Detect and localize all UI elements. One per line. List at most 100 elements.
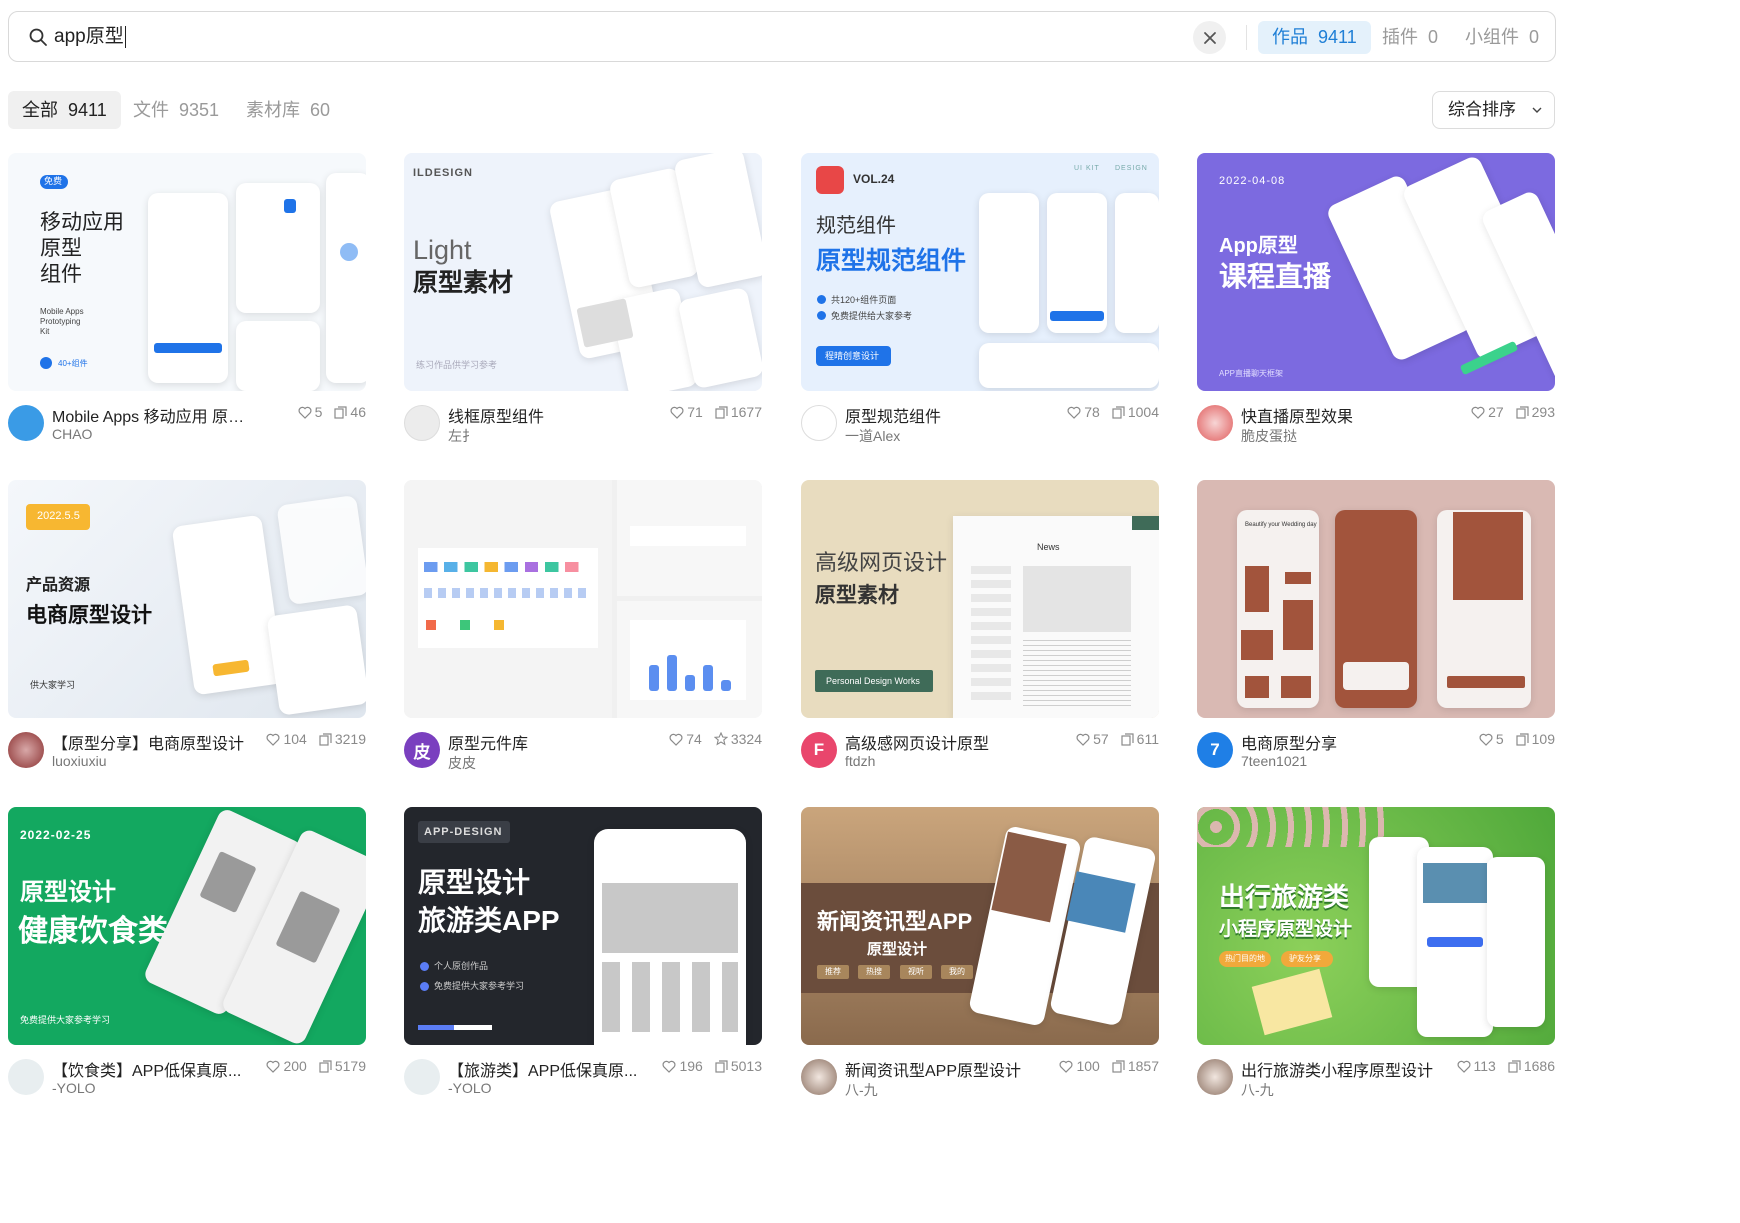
avatar[interactable]: F: [801, 732, 837, 768]
card-title[interactable]: Mobile Apps 移动应用 原型 组...: [52, 403, 252, 427]
filter-libraries[interactable]: 素材库 60: [232, 91, 344, 129]
card-title[interactable]: 出行旅游类小程序原型设计: [1241, 1057, 1441, 1081]
tab-works[interactable]: 作品 9411: [1258, 21, 1371, 54]
clear-search-button[interactable]: [1193, 21, 1226, 54]
card-thumbnail[interactable]: 2022-04-08 App原型 课程直播 APP直播聊天框架: [1197, 153, 1555, 391]
like-count[interactable]: 74: [669, 731, 702, 747]
card-author[interactable]: 八-九: [845, 1080, 878, 1100]
card-author[interactable]: -YOLO: [448, 1080, 492, 1096]
card-title[interactable]: 高级感网页设计原型: [845, 730, 1045, 754]
avatar[interactable]: 皮: [404, 732, 440, 768]
filter-all[interactable]: 全部 9411: [8, 91, 121, 129]
card-author[interactable]: 八-九: [1241, 1080, 1274, 1100]
file-card[interactable]: 新闻资讯型APP 原型设计 推荐 热搜 视听 我的 新闻资讯型APP原型设计 八…: [801, 807, 1159, 1115]
file-card[interactable]: 2022-02-25 原型设计 健康饮食类 免费提供大家参考学习 【饮食类】AP…: [8, 807, 366, 1115]
like-count[interactable]: 71: [670, 404, 703, 420]
card-title[interactable]: 原型规范组件: [845, 403, 1045, 427]
file-card[interactable]: Beautify your Wedding day 7 电商原型分享 7teen…: [1197, 480, 1555, 788]
card-thumbnail[interactable]: 免费 移动应用 原型 组件 Mobile Apps Prototyping Ki…: [8, 153, 366, 391]
avatar[interactable]: [8, 1059, 44, 1095]
file-card[interactable]: APP-DESIGN 原型设计 旅游类APP 个人原创作品 免费提供大家参考学习…: [404, 807, 762, 1115]
card-author[interactable]: 皮皮: [448, 753, 476, 773]
heart-icon: [1457, 1060, 1470, 1073]
duplicate-count: 109: [1516, 731, 1555, 747]
card-thumbnail[interactable]: 新闻资讯型APP 原型设计 推荐 热搜 视听 我的: [801, 807, 1159, 1045]
card-thumbnail[interactable]: [404, 480, 762, 718]
tab-plugins[interactable]: 插件 0: [1368, 21, 1452, 54]
card-title[interactable]: 电商原型分享: [1241, 730, 1441, 754]
avatar[interactable]: [404, 1059, 440, 1095]
heart-icon: [267, 1060, 280, 1073]
star-icon: [713, 732, 728, 746]
avatar[interactable]: 7: [1197, 732, 1233, 768]
card-author[interactable]: -YOLO: [52, 1080, 96, 1096]
card-thumbnail[interactable]: APP-DESIGN 原型设计 旅游类APP 个人原创作品 免费提供大家参考学习: [404, 807, 762, 1045]
file-card[interactable]: ILDESIGN Light 原型素材 练习作品供学习参考 线框原型组件 左扌 …: [404, 153, 762, 461]
card-author[interactable]: CHAO: [52, 426, 92, 442]
card-author[interactable]: luoxiuxiu: [52, 753, 106, 769]
copy-icon: [1112, 1059, 1125, 1073]
card-title[interactable]: 【原型分享】电商原型设计: [52, 730, 252, 754]
like-count[interactable]: 27: [1471, 404, 1504, 420]
card-thumbnail[interactable]: 2022.5.5 产品资源 电商原型设计 供大家学习: [8, 480, 366, 718]
avatar[interactable]: [8, 405, 44, 441]
like-count[interactable]: 57: [1076, 731, 1109, 747]
card-thumbnail[interactable]: VOL.24 UI KIT DESIGN 规范组件 原型规范组件 共120+组件…: [801, 153, 1159, 391]
card-author[interactable]: 7teen1021: [1241, 753, 1307, 769]
card-author[interactable]: ftdzh: [845, 753, 875, 769]
copy-icon: [319, 732, 332, 746]
card-title[interactable]: 快直播原型效果: [1241, 403, 1441, 427]
like-count[interactable]: 196: [662, 1058, 703, 1074]
card-thumbnail[interactable]: 高级网页设计 原型素材 Personal Design Works News: [801, 480, 1159, 718]
duplicate-count: 1004: [1112, 404, 1159, 420]
tab-widgets[interactable]: 小组件 0: [1451, 21, 1553, 54]
like-count[interactable]: 104: [266, 731, 307, 747]
file-card[interactable]: VOL.24 UI KIT DESIGN 规范组件 原型规范组件 共120+组件…: [801, 153, 1159, 461]
file-card[interactable]: 高级网页设计 原型素材 Personal Design Works News F…: [801, 480, 1159, 788]
card-title[interactable]: 线框原型组件: [448, 403, 648, 427]
avatar[interactable]: [404, 405, 440, 441]
file-card[interactable]: 2022-04-08 App原型 课程直播 APP直播聊天框架 快直播原型效果 …: [1197, 153, 1555, 461]
file-card[interactable]: 皮 原型元件库 皮皮 74 3324: [404, 480, 762, 788]
like-count[interactable]: 78: [1067, 404, 1100, 420]
card-thumbnail[interactable]: 出行旅游类 小程序原型设计 热门目的地 驴友分享: [1197, 807, 1555, 1045]
card-thumbnail[interactable]: ILDESIGN Light 原型素材 练习作品供学习参考: [404, 153, 762, 391]
heart-icon: [663, 1060, 676, 1073]
filter-files[interactable]: 文件 9351: [119, 91, 233, 129]
heart-icon: [1471, 406, 1485, 419]
card-author[interactable]: 一道Alex: [845, 426, 900, 446]
avatar[interactable]: [801, 405, 837, 441]
file-card[interactable]: 2022.5.5 产品资源 电商原型设计 供大家学习 【原型分享】电商原型设计 …: [8, 480, 366, 788]
like-count[interactable]: 100: [1059, 1058, 1100, 1074]
heart-icon: [298, 406, 312, 419]
card-title[interactable]: 新闻资讯型APP原型设计: [845, 1057, 1045, 1081]
card-meta: Mobile Apps 移动应用 原型 组... CHAO 5 46: [8, 391, 366, 461]
card-author[interactable]: 脆皮蛋挞: [1241, 426, 1297, 446]
avatar[interactable]: [801, 1059, 837, 1095]
duplicate-count: 611: [1121, 731, 1159, 747]
file-card[interactable]: 出行旅游类 小程序原型设计 热门目的地 驴友分享 出行旅游类小程序原型设计 八-…: [1197, 807, 1555, 1115]
like-count[interactable]: 200: [266, 1058, 307, 1074]
sort-label: 综合排序: [1448, 100, 1516, 119]
copy-icon: [715, 1059, 728, 1073]
heart-icon: [1076, 733, 1090, 746]
card-thumbnail[interactable]: 2022-02-25 原型设计 健康饮食类 免费提供大家参考学习: [8, 807, 366, 1045]
file-card[interactable]: 免费 移动应用 原型 组件 Mobile Apps Prototyping Ki…: [8, 153, 366, 461]
avatar[interactable]: [1197, 1059, 1233, 1095]
avatar[interactable]: [1197, 405, 1233, 441]
search-input[interactable]: app原型: [54, 24, 126, 50]
card-thumbnail[interactable]: Beautify your Wedding day: [1197, 480, 1555, 718]
like-count[interactable]: 5: [1479, 731, 1504, 747]
card-title[interactable]: 【饮食类】APP低保真原...: [52, 1057, 252, 1081]
like-count[interactable]: 113: [1457, 1058, 1496, 1074]
card-title[interactable]: 【旅游类】APP低保真原...: [448, 1057, 648, 1081]
card-author[interactable]: 左扌: [448, 426, 476, 446]
like-count[interactable]: 5: [298, 404, 322, 420]
divider: [1246, 25, 1247, 50]
avatar[interactable]: [8, 732, 44, 768]
chevron-down-icon: [1532, 107, 1542, 113]
close-icon: [1203, 31, 1216, 44]
sort-dropdown[interactable]: 综合排序: [1432, 91, 1555, 129]
duplicate-count: 46: [334, 404, 366, 420]
card-title[interactable]: 原型元件库: [448, 730, 648, 754]
